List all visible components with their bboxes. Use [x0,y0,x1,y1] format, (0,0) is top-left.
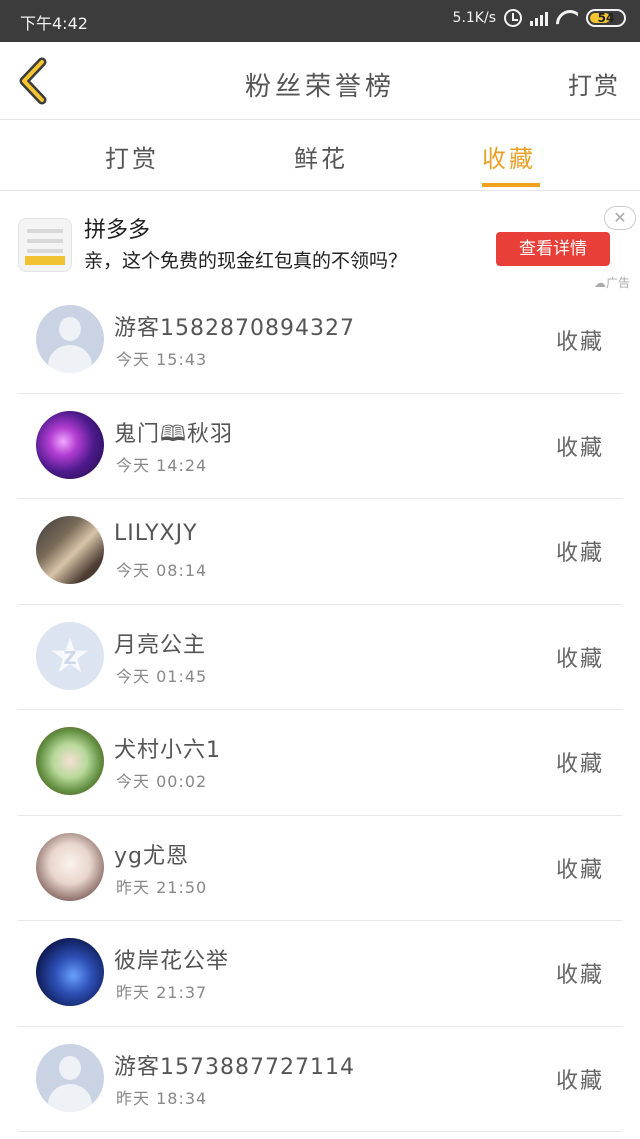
user-action: 收藏 [555,963,604,988]
list-item[interactable]: 游客1573887727114 昨天 18:34 收藏 [18,1027,622,1132]
reward-button[interactable]: 打赏 [568,66,620,101]
ad-description: 亲，这个免费的现金红包真的不领吗？ [84,250,408,272]
wifi-icon [556,10,578,26]
list-item[interactable]: yg尤恩 昨天 21:50 收藏 [18,816,622,921]
user-action: 收藏 [555,752,604,777]
user-time: 今天 15:43 [116,350,208,369]
user-action: 收藏 [555,857,604,883]
tab-reward[interactable]: 打赏 [105,139,159,174]
status-time: 下午4:42 [20,14,88,33]
status-icons: 5.1K/s 54 [453,9,626,27]
user-time: 今天 00:02 [116,772,208,791]
list-item[interactable]: 游客1582870894327 今天 15:43 收藏 [18,288,622,394]
user-name: 游客1582870894327 [114,316,355,341]
tab-active-indicator [482,183,540,187]
user-action: 收藏 [555,435,604,461]
user-name: 月亮公主 [114,632,207,658]
user-time: 今天 14:24 [116,455,208,475]
header: 粉丝荣誉榜 打赏 [0,42,640,120]
tab-flowers[interactable]: 鲜花 [294,139,348,174]
user-name: 彼岸花公举 [114,949,230,974]
user-name: LILYXJY [114,521,198,546]
list-item[interactable]: 彼岸花公举 昨天 21:37 收藏 [18,921,622,1027]
user-name: 犬村小六1 [114,738,221,763]
network-speed: 5.1K/s [452,10,496,26]
user-name: yg尤恩 [114,843,189,869]
list-item[interactable]: 月亮公主 今天 01:45 收藏 [18,605,622,710]
list-item[interactable]: 犬村小六1 今天 00:02 收藏 [18,710,622,816]
user-name: 游客1573887727114 [114,1054,355,1080]
close-icon[interactable]: ✕ [604,206,636,230]
status-bar: 下午4:42 5.1K/s 54 [0,0,640,42]
user-time: 昨天 21:37 [116,983,208,1002]
default-avatar-icon[interactable] [36,1043,104,1112]
ad-app-icon [18,218,72,272]
qq-star-avatar-icon[interactable] [36,621,104,690]
ad-title: 拼多多 [84,218,151,243]
signal-icon [530,10,548,26]
avatar[interactable] [36,832,104,901]
list-item[interactable]: 鬼门🕮秋羽 今天 14:24 收藏 [18,394,622,499]
alarm-icon [504,9,522,27]
user-name: 鬼门🕮秋羽 [114,421,233,447]
battery-level: 54 [597,11,615,25]
avatar[interactable] [36,727,104,795]
page-title: 粉丝荣誉榜 [244,72,395,102]
default-avatar-icon[interactable] [36,305,104,373]
user-action: 收藏 [555,1068,604,1094]
fans-list: 游客1582870894327 今天 15:43 收藏 鬼门🕮秋羽 今天 14:… [18,288,622,1132]
tab-bar: 打赏 鲜花 收藏 [0,121,640,191]
user-action: 收藏 [555,541,604,566]
avatar[interactable] [36,516,104,584]
user-time: 今天 01:45 [116,666,208,686]
user-time: 今天 08:14 [116,561,208,580]
battery-icon: 54 [586,9,626,27]
user-time: 昨天 18:34 [116,1088,208,1108]
user-action: 收藏 [555,330,604,355]
list-item[interactable]: LILYXJY 今天 08:14 收藏 [18,499,622,605]
avatar[interactable] [36,938,104,1006]
user-time: 昨天 21:50 [116,877,208,897]
ad-banner[interactable]: 拼多多 亲，这个免费的现金红包真的不领吗？ 查看详情 ✕ ☁广告 [0,192,640,290]
ad-view-details-button[interactable]: 查看详情 [496,232,610,266]
user-action: 收藏 [555,646,604,672]
tab-favorites[interactable]: 收藏 [482,139,536,174]
avatar[interactable] [36,410,104,479]
